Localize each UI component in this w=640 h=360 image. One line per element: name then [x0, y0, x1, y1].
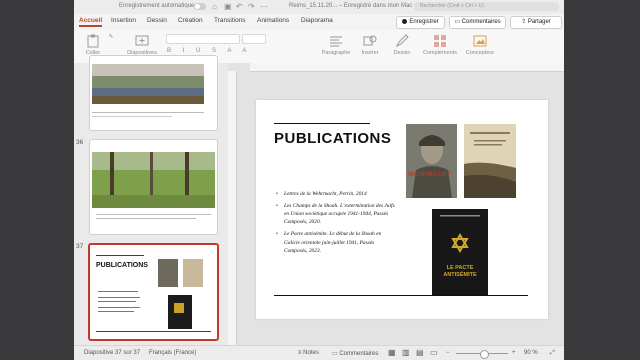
font-size-field[interactable]	[242, 34, 266, 44]
zoom-out-icon[interactable]: −	[446, 350, 450, 356]
book-cover-wehrmacht[interactable]: WEHRMACHT	[406, 124, 457, 198]
slideshow-view-icon[interactable]: ▭	[430, 348, 438, 357]
book-cover-title: LE PACTE ANTISÉMITE	[443, 265, 477, 278]
draw-label: Dessin	[393, 50, 411, 56]
document-title: Reims_15.11.20... – Enregistré dans mon …	[289, 3, 413, 9]
tab-creation[interactable]: Création	[178, 17, 203, 24]
tab-accueil[interactable]: Accueil	[79, 17, 103, 27]
addins-label: Compléments	[423, 50, 457, 56]
addins-button[interactable]: Compléments	[422, 34, 458, 56]
home-icon[interactable]: ⌂	[212, 2, 217, 11]
ribbon-tabs: Accueil Insertion Dessin Création Transi…	[74, 14, 564, 30]
insert-shape-icon	[363, 35, 377, 46]
status-bar: Diapositive 37 sur 37 Français (France) …	[74, 345, 564, 360]
svg-text:PUBLICATIONS: PUBLICATIONS	[96, 262, 148, 269]
new-slide-icon	[135, 35, 149, 46]
notes-label: Notes	[303, 350, 319, 356]
horizontal-ruler	[250, 63, 564, 72]
slide-number-37: 37	[76, 243, 84, 250]
title-bar: Enregistrement automatique ⌂ ▣ ↶ ↷ ⋯ Rei…	[74, 0, 564, 14]
redo-icon[interactable]: ↷	[248, 2, 255, 11]
align-icon	[330, 36, 342, 47]
publication-item: Lettres de la Wehrmacht, Perrin, 2014	[276, 190, 396, 198]
landscape-illustration	[464, 124, 516, 198]
river-landscape-photo	[92, 64, 204, 117]
record-label: Enregistrer	[409, 19, 439, 25]
slide-37-preview: PUBLICATIONS	[96, 255, 211, 332]
share-button[interactable]: ⇪ Partager	[510, 16, 562, 29]
save-icon[interactable]: ▣	[224, 2, 232, 11]
slide-thumbnail-37-selected[interactable]: PUBLICATIONS	[88, 243, 219, 341]
addins-icon	[434, 35, 446, 47]
zoom-in-icon[interactable]: +	[512, 350, 516, 356]
soldier-portrait	[406, 124, 457, 198]
record-icon	[402, 18, 408, 24]
designer-button[interactable]: Concepteur	[464, 34, 496, 56]
publications-list[interactable]: Lettres de la Wehrmacht, Perrin, 2014 Le…	[276, 190, 396, 259]
comments-status-label: Commentaires	[339, 351, 379, 357]
tab-insertion[interactable]: Insertion	[111, 17, 136, 24]
more-icon[interactable]: ⋯	[260, 2, 268, 11]
reading-view-icon[interactable]: ▤	[416, 348, 424, 357]
normal-view-icon[interactable]: ▦	[388, 348, 396, 357]
slide-thumbnail-pane[interactable]: 36 37 PUBLICATIONS	[74, 55, 228, 345]
slides-button[interactable]: Diapositives	[126, 34, 158, 56]
designer-icon	[473, 35, 487, 47]
sorter-view-icon[interactable]: ▥	[402, 348, 410, 357]
powerpoint-window: Enregistrement automatique ⌂ ▣ ↶ ↷ ⋯ Rei…	[74, 0, 564, 360]
book-cover-champs-de-la-shoah[interactable]	[464, 124, 516, 198]
star-emblem	[432, 209, 488, 295]
clipboard-icon	[87, 34, 99, 48]
fit-slide-icon[interactable]: ⤢	[550, 350, 555, 357]
share-label: Partager	[527, 19, 551, 25]
slide-number-36: 36	[76, 139, 84, 146]
slide-title[interactable]: PUBLICATIONS	[274, 130, 391, 147]
font-name-field[interactable]	[166, 34, 240, 44]
insert-label: Insérer	[361, 50, 379, 56]
tab-diaporama[interactable]: Diaporama	[301, 17, 333, 24]
book-cover-title: WEHRMACHT	[408, 172, 451, 178]
title-rule-top	[274, 123, 370, 124]
paste-button[interactable]: Coller	[82, 34, 104, 56]
record-button[interactable]: Enregistrer	[396, 16, 445, 29]
slide-thumbnail-35[interactable]	[89, 55, 218, 131]
autosave-toggle[interactable]	[194, 3, 206, 10]
insert-button[interactable]: Insérer	[358, 34, 382, 56]
autosave-label: Enregistrement automatique	[119, 3, 195, 9]
tab-dessin[interactable]: Dessin	[147, 17, 167, 24]
vertical-ruler	[228, 71, 237, 345]
format-painter-icon[interactable]: ✎	[106, 34, 116, 40]
zoom-level[interactable]: 90 %	[524, 350, 538, 356]
slide-counter: Diapositive 37 sur 37	[84, 350, 141, 356]
current-slide[interactable]: PUBLICATIONS Lettres de la Wehrmacht, Pe…	[256, 100, 548, 319]
forest-photo	[92, 152, 215, 219]
book-cover-le-pacte-antisemite[interactable]: LE PACTE ANTISÉMITE	[432, 209, 488, 295]
comment-icon: ▭	[454, 19, 462, 25]
font-format-buttons[interactable]: B I U S A A	[167, 48, 277, 54]
comments-label: Commentaires	[461, 19, 501, 25]
notes-button[interactable]: ≡ Notes	[298, 350, 319, 356]
paragraph-label: Paragraphe	[321, 50, 351, 56]
bottom-rule	[274, 295, 528, 296]
pen-icon	[395, 34, 409, 48]
search-box[interactable]: Rechercher (Cmd + Ctrl + U)	[414, 2, 559, 11]
paragraph-button[interactable]: Paragraphe	[320, 34, 352, 56]
slide-editor[interactable]: PUBLICATIONS Lettres de la Wehrmacht, Pe…	[228, 63, 564, 345]
slide-thumbnail-36[interactable]	[89, 139, 218, 235]
search-placeholder: Rechercher (Cmd + Ctrl + U)	[420, 3, 484, 9]
zoom-slider[interactable]	[456, 350, 508, 359]
comments-status-button[interactable]: ▭ Commentaires	[332, 350, 378, 357]
language-indicator[interactable]: Français (France)	[149, 350, 196, 356]
tab-animations[interactable]: Animations	[257, 17, 289, 24]
undo-icon[interactable]: ↶	[236, 2, 243, 11]
publication-item: Le Pacte antisémite. Le début de la Shoa…	[276, 230, 396, 254]
designer-label: Concepteur	[465, 50, 495, 56]
publication-item: Les Champs de la Shoah. L’extermination …	[276, 202, 396, 226]
comments-button[interactable]: ▭ Commentaires	[449, 16, 506, 29]
draw-button[interactable]: Dessin	[390, 34, 414, 56]
share-icon: ⇪	[521, 19, 528, 25]
tab-transitions[interactable]: Transitions	[214, 17, 246, 24]
zoom-slider-thumb[interactable]	[480, 350, 489, 359]
